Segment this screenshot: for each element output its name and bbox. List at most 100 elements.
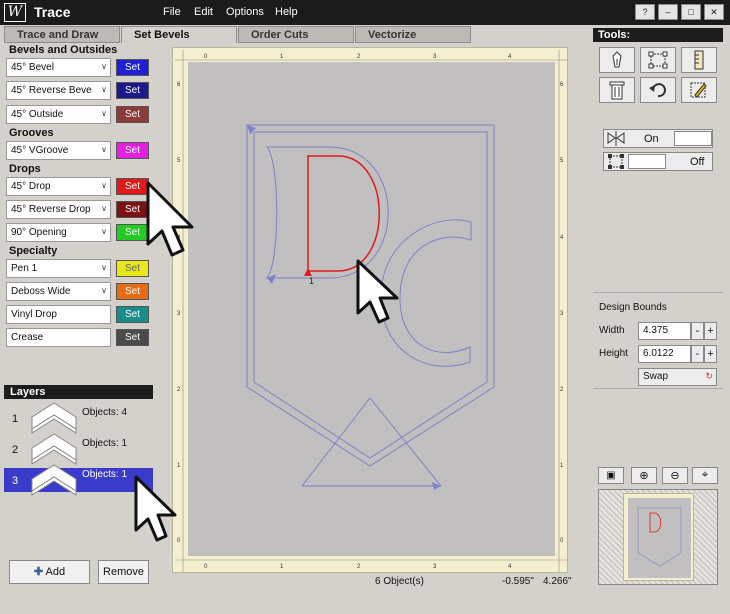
set-button[interactable]: Set	[116, 106, 149, 123]
mirror-toggle[interactable]: On	[603, 129, 713, 148]
layer-row[interactable]: 2 Objects: 1	[4, 433, 153, 465]
set-button[interactable]: Set	[116, 59, 149, 76]
add-layer-label: Add	[45, 566, 66, 578]
tools-panel: Tools: On Off Design Bounds Width 4.375 …	[593, 28, 723, 613]
app-title: Trace	[34, 4, 71, 20]
add-layer-button[interactable]: ✚ Add	[9, 560, 90, 584]
bevel-name-input[interactable]: Vinyl Drop	[6, 305, 111, 324]
layer-object-count: Objects: 1	[82, 469, 128, 480]
edit-selection-icon	[690, 82, 707, 98]
select-nodes-button[interactable]	[640, 47, 676, 73]
layers-panel: Layers 1 Objects: 4 2 Objects: 1 3 Objec…	[4, 352, 153, 602]
set-button[interactable]: Set	[116, 306, 149, 323]
swap-label: Swap	[643, 371, 669, 382]
layer-thumbnail-icon	[31, 433, 77, 465]
set-button[interactable]: Set	[116, 82, 149, 99]
height-decrement-button[interactable]: -	[691, 345, 704, 363]
bevel-row: 45° Bevel ∨ Set	[6, 58, 152, 78]
set-button[interactable]: Set	[116, 260, 149, 277]
minimize-window-button[interactable]: –	[658, 4, 678, 20]
menu-edit[interactable]: Edit	[194, 6, 213, 18]
toggle-knob	[674, 131, 712, 146]
edit-selection-button[interactable]	[681, 77, 717, 103]
layer-number: 1	[12, 413, 19, 425]
bevel-row: Deboss Wide ∨ Set	[6, 282, 152, 302]
chevron-down-icon: ∨	[101, 62, 107, 71]
chevron-down-icon: ∨	[101, 286, 107, 295]
help-window-button[interactable]: ?	[635, 4, 655, 20]
bevel-name-input[interactable]: Crease	[6, 328, 111, 347]
navigator-preview[interactable]	[598, 489, 718, 585]
tab-set-bevels[interactable]: Set Bevels	[121, 26, 237, 43]
pen-tool-button[interactable]	[599, 47, 635, 73]
selected-d-path[interactable]	[307, 155, 380, 272]
zoom-selection-button[interactable]: ⌖	[692, 467, 718, 484]
navigator-page	[623, 493, 694, 581]
swap-button[interactable]: Swap ↻	[638, 368, 717, 386]
bevel-select[interactable]: 45° Reverse Drop ∨	[6, 200, 111, 219]
bevel-select-value: 45° Reverse Beve	[11, 85, 92, 96]
navigator-board	[628, 498, 691, 578]
ruler-tool-button[interactable]	[681, 47, 717, 73]
set-button[interactable]: Set	[116, 283, 149, 300]
section-grooves-heading: Grooves	[9, 127, 54, 139]
close-window-button[interactable]: ✕	[704, 4, 724, 20]
divider	[593, 388, 723, 389]
bevel-select[interactable]: 45° Bevel ∨	[6, 58, 111, 77]
height-input[interactable]: 6.0122	[638, 345, 691, 363]
ruler-top-tick: 4	[508, 54, 512, 60]
tab-vectorize[interactable]: Vectorize	[355, 26, 471, 43]
layer-number: 3	[12, 475, 19, 487]
undo-icon	[649, 83, 666, 98]
ruler-bottom-tick: 2	[357, 564, 361, 570]
bevel-row: Pen 1 ∨ Set	[6, 259, 152, 279]
bevel-select[interactable]: Pen 1 ∨	[6, 259, 111, 278]
width-increment-button[interactable]: +	[704, 322, 717, 340]
start-point-label: 1	[309, 276, 314, 286]
ruler-right-tick: 2	[560, 387, 564, 393]
zoom-fit-button[interactable]: ▣	[598, 467, 624, 484]
menu-help[interactable]: Help	[275, 6, 298, 18]
set-button[interactable]: Set	[116, 329, 149, 346]
ruler-right-tick: 4	[560, 235, 564, 241]
bevel-select[interactable]: 45° Reverse Beve ∨	[6, 81, 111, 100]
menu-file[interactable]: File	[163, 6, 181, 18]
bevel-select[interactable]: 90° Opening ∨	[6, 223, 111, 242]
bevel-row: Crease Set	[6, 328, 152, 348]
maximize-window-button[interactable]: □	[681, 4, 701, 20]
bevel-select[interactable]: 45° Drop ∨	[6, 177, 111, 196]
tab-trace-and-draw[interactable]: Trace and Draw	[4, 26, 120, 43]
trash-icon	[609, 81, 625, 100]
bevel-row: Vinyl Drop Set	[6, 305, 152, 325]
tab-order-cuts[interactable]: Order Cuts	[238, 26, 354, 43]
layer-row[interactable]: 1 Objects: 4	[4, 402, 153, 434]
cursor-y-readout: 4.266"	[543, 576, 572, 587]
bevel-select-value: Pen 1	[11, 263, 38, 274]
navigator-thumbnail	[637, 507, 682, 567]
object-count-status: 6 Object(s)	[375, 576, 424, 587]
ruler-bottom-tick: 4	[508, 564, 512, 570]
width-decrement-button[interactable]: -	[691, 322, 704, 340]
bevel-select[interactable]: Deboss Wide ∨	[6, 282, 111, 301]
menu-options[interactable]: Options	[226, 6, 264, 18]
mouse-cursor-icon	[356, 259, 399, 324]
set-button[interactable]: Set	[116, 142, 149, 159]
width-input[interactable]: 4.375	[638, 322, 691, 340]
zoom-out-button[interactable]: ⊖	[662, 467, 688, 484]
bevel-select[interactable]: 45° Outside ∨	[6, 105, 111, 124]
zoom-in-button[interactable]: ⊕	[631, 467, 657, 484]
mirror-icon	[607, 131, 625, 146]
chevron-down-icon: ∨	[101, 263, 107, 272]
remove-layer-button[interactable]: Remove	[98, 560, 149, 584]
height-increment-button[interactable]: +	[704, 345, 717, 363]
section-bevels-heading: Bevels and Outsides	[9, 44, 118, 56]
delete-button[interactable]	[599, 77, 635, 103]
layer-row-selected[interactable]: 3 Objects: 1	[4, 464, 153, 496]
bevel-select[interactable]: 45° VGroove ∨	[6, 141, 111, 160]
bevel-row: 45° Outside ∨ Set	[6, 105, 152, 125]
bounds-toggle[interactable]: Off	[603, 152, 713, 171]
undo-button[interactable]	[640, 77, 676, 103]
swap-icon: ↻	[705, 371, 713, 381]
ruler-left-tick: 2	[177, 387, 181, 393]
toggle-knob	[628, 154, 666, 169]
